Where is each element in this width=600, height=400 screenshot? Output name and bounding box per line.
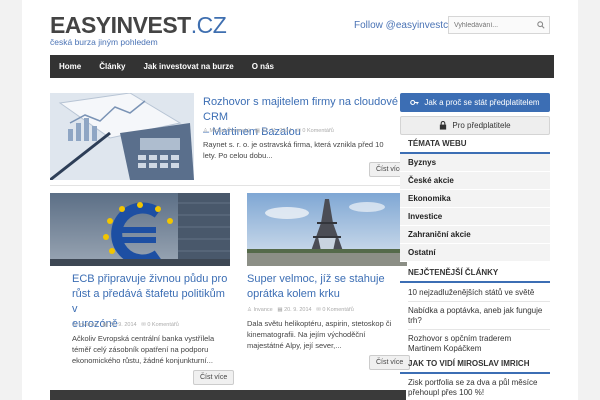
key-icon [410,99,419,106]
main-nav: Home Články Jak investovat na burze O ná… [50,55,554,78]
article-meta: ♙ Invance ▦ 22. 9. 2014 ✉ 0 Komentářů [72,322,179,328]
topic-czech-stocks[interactable]: České akcie [400,172,550,190]
topic-other[interactable]: Ostatní [400,244,550,262]
user-icon: ♙ [72,322,77,328]
popular-heading: NEJČTENĚJŠÍ ČLÁNKY [400,268,550,283]
read-more-button[interactable]: Číst více [193,370,235,385]
nav-about[interactable]: O nás [243,55,283,78]
article-excerpt: Raynet s. r. o. je ostravská firma, kter… [203,140,384,160]
popular-link[interactable]: 10 nejzadluženějších států ve světě [408,288,544,298]
topic-investments[interactable]: Investice [400,208,550,226]
article-image-calculator[interactable] [50,93,194,180]
search-button[interactable] [532,17,549,33]
site-logo[interactable]: EASYINVEST.CZ česká burza jiným pohledem [50,12,227,48]
nav-home[interactable]: Home [50,55,90,78]
comment-icon: ✉ [316,307,321,313]
page: EASYINVEST.CZ česká burza jiným pohledem… [22,0,578,400]
miroslav-heading: JAK TO VIDÍ MIROSLAV IMRICH [400,359,550,374]
twitter-follow-link[interactable]: Follow @easyinvestcz [354,20,453,31]
header: EASYINVEST.CZ česká burza jiným pohledem… [22,0,578,55]
calendar-icon: ▦ [102,322,108,328]
comment-icon: ✉ [296,128,301,134]
subscribers-button[interactable]: Pro předplatitele [400,116,550,135]
article-excerpt: Ačkoliv Evropská centrální banka vystříl… [72,334,215,365]
subscribe-button[interactable]: Jak a proč se stát předplatitelem [400,93,550,112]
calendar-icon: ▦ [277,307,283,313]
topic-economy[interactable]: Ekonomika [400,190,550,208]
calendar-icon: ▦ [254,128,260,134]
nav-how-to-invest[interactable]: Jak investovat na burze [134,55,242,78]
popular-link[interactable]: Rozhovor s opčním traderem Martinem Kopá… [408,334,544,354]
logo-tagline: česká burza jiným pohledem [50,37,158,47]
search-icon [536,21,545,29]
article-title[interactable]: Super velmoc, jíž se stahuje oprátka kol… [247,272,407,302]
topic-foreign-stocks[interactable]: Zahraniční akcie [400,226,550,244]
nav-articles[interactable]: Články [90,55,134,78]
search-box [448,16,550,34]
popular-link[interactable]: Nabídka a poptávka, aneb jak funguje trh… [408,306,544,326]
search-input[interactable] [449,17,533,33]
comment-icon: ✉ [141,322,146,328]
logo-domain: .CZ [190,12,227,38]
comments-link[interactable]: 0 Komentářů [322,307,354,313]
lock-icon [440,121,447,130]
comments-link[interactable]: 0 Komentářů [302,128,334,134]
user-icon: ♙ [247,307,252,313]
divider [408,301,550,302]
section-bar [50,390,406,400]
article-excerpt: Dala světu helikoptéru, aspirin, stetosk… [247,319,392,350]
logo-text: EASYINVEST [50,12,191,38]
user-icon: ♙ [203,128,208,134]
article-image-paris[interactable] [247,193,407,266]
divider [50,185,406,186]
comments-link[interactable]: 0 Komentářů [147,322,179,328]
miroslav-link[interactable]: Zisk portfolia se za dva a půl měsíce př… [408,378,544,398]
topics-heading: TÉMATA WEBU [400,139,550,154]
article-image-euro[interactable] [50,193,230,266]
article-meta: ♙ Invance ▦ 20. 9. 2014 ✉ 0 Komentářů [247,307,354,313]
divider [408,329,550,330]
topic-business[interactable]: Byznys [400,154,550,172]
article-meta: ♙ Michal Černecký ▦ 27. 11. 2014 ✉ 0 Kom… [203,128,334,134]
